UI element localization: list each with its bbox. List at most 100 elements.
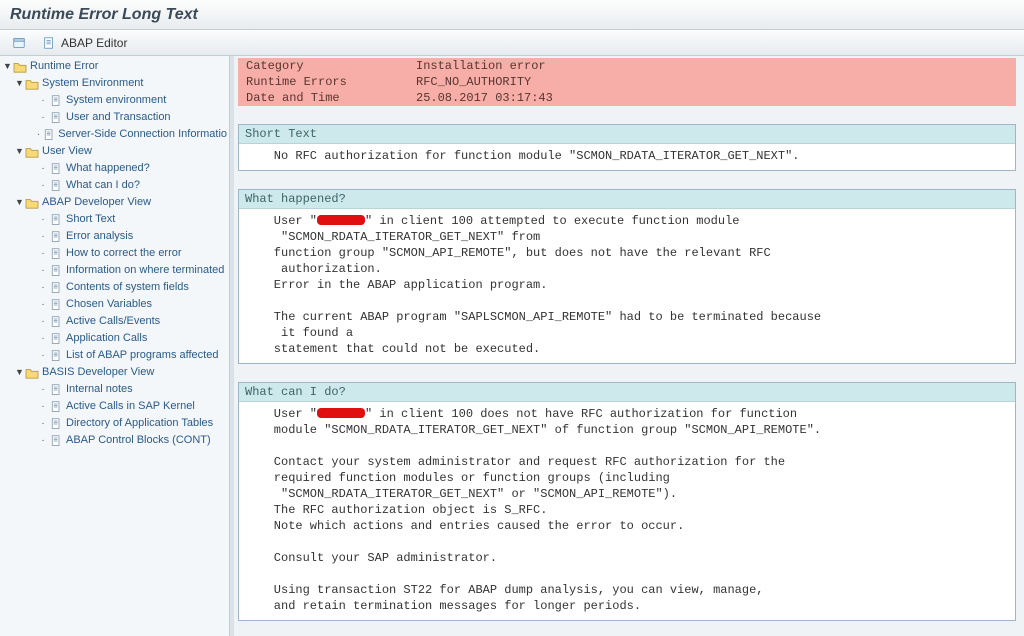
- tree-folder[interactable]: ▼ABAP Developer View: [0, 194, 229, 211]
- tree-root-runtime-error[interactable]: ▼ Runtime Error: [0, 58, 229, 75]
- tree-label: ABAP Control Blocks (CONT): [66, 433, 211, 448]
- refresh-icon: [10, 34, 28, 52]
- tree-label: BASIS Developer View: [42, 365, 154, 380]
- tree-item[interactable]: · What can I do?: [0, 177, 229, 194]
- bullet-icon: ·: [39, 110, 47, 125]
- document-icon: [49, 435, 63, 447]
- header-row: Runtime ErrorsRFC_NO_AUTHORITY: [238, 74, 1016, 90]
- content-area: CategoryInstallation errorRuntime Errors…: [234, 56, 1024, 636]
- folder-icon: [25, 78, 39, 90]
- tree-label: System environment: [66, 93, 166, 108]
- tree-item[interactable]: ·Active Calls/Events: [0, 313, 229, 330]
- section-body: User "" in client 100 does not have RFC …: [239, 402, 1015, 620]
- tree-label: How to correct the error: [66, 246, 182, 261]
- tree-item[interactable]: · ABAP Control Blocks (CONT): [0, 432, 229, 449]
- bullet-icon: ·: [39, 382, 47, 397]
- tree-label: System Environment: [42, 76, 143, 91]
- tree-item[interactable]: · User and Transaction: [0, 109, 229, 126]
- header-row: Date and Time25.08.2017 03:17:43: [238, 90, 1016, 106]
- abap-editor-label: ABAP Editor: [61, 36, 127, 50]
- header-row: CategoryInstallation error: [238, 58, 1016, 74]
- collapse-icon: ▼: [14, 195, 25, 210]
- document-icon: [49, 214, 63, 226]
- tree-item[interactable]: · Application Calls: [0, 330, 229, 347]
- bullet-icon: ·: [39, 161, 47, 176]
- tree-item[interactable]: ·Error analysis: [0, 228, 229, 245]
- tree-item[interactable]: ·Active Calls in SAP Kernel: [0, 398, 229, 415]
- section-title: What happened?: [239, 190, 1015, 209]
- bullet-icon: ·: [39, 399, 47, 414]
- abap-editor-button[interactable]: ABAP Editor: [36, 32, 131, 54]
- tree-label: Application Calls: [66, 331, 147, 346]
- document-icon: [49, 112, 63, 124]
- bullet-icon: ·: [39, 348, 47, 363]
- tree-label: Chosen Variables: [66, 297, 152, 312]
- redacted-user: [317, 408, 365, 418]
- header-value: 25.08.2017 03:17:43: [408, 90, 1016, 106]
- bullet-icon: ·: [39, 314, 47, 329]
- tree-label: Information on where terminated: [66, 263, 224, 278]
- tree-item[interactable]: · System environment: [0, 92, 229, 109]
- document-icon: [49, 418, 63, 430]
- tree-folder[interactable]: ▼BASIS Developer View: [0, 364, 229, 381]
- bullet-icon: ·: [39, 246, 47, 261]
- tree-item[interactable]: · Internal notes: [0, 381, 229, 398]
- document-icon: [49, 95, 63, 107]
- tree-item[interactable]: · Short Text: [0, 211, 229, 228]
- tree-label: What happened?: [66, 161, 150, 176]
- bullet-icon: ·: [39, 331, 47, 346]
- tree-label: What can I do?: [66, 178, 140, 193]
- tree-item[interactable]: ·Chosen Variables: [0, 296, 229, 313]
- section-what-can-i-do: What can I do? User "" in client 100 doe…: [238, 382, 1016, 621]
- tree-item[interactable]: · Directory of Application Tables: [0, 415, 229, 432]
- document-icon: [49, 248, 63, 260]
- document-icon: [49, 299, 63, 311]
- tree-folder[interactable]: ▼ User View: [0, 143, 229, 160]
- tree-item[interactable]: ·Contents of system fields: [0, 279, 229, 296]
- bullet-icon: ·: [39, 93, 47, 108]
- bullet-icon: ·: [39, 263, 47, 278]
- tree-label: Short Text: [66, 212, 115, 227]
- tree-item[interactable]: ·Server-Side Connection Informatio: [0, 126, 229, 143]
- document-icon: [49, 350, 63, 362]
- bullet-icon: ·: [39, 178, 47, 193]
- toolbar-refresh-button[interactable]: [6, 32, 32, 54]
- header-value: Installation error: [408, 58, 1016, 74]
- section-body: User "" in client 100 attempted to execu…: [239, 209, 1015, 363]
- section-title: What can I do?: [239, 383, 1015, 402]
- tree-label: User and Transaction: [66, 110, 171, 125]
- folder-icon: [25, 367, 39, 379]
- document-icon: [49, 316, 63, 328]
- tree-item[interactable]: · Information on where terminated: [0, 262, 229, 279]
- tree-label: Internal notes: [66, 382, 133, 397]
- document-icon: [49, 163, 63, 175]
- collapse-icon: ▼: [2, 59, 13, 74]
- bullet-icon: ·: [39, 416, 47, 431]
- tree-label: Runtime Error: [30, 59, 98, 74]
- nav-tree: ▼ Runtime Error ▼ System Environment · System…: [0, 56, 230, 636]
- tree-folder[interactable]: ▼ System Environment: [0, 75, 229, 92]
- folder-icon: [13, 61, 27, 73]
- tree-label: Directory of Application Tables: [66, 416, 213, 431]
- document-icon: [40, 34, 58, 52]
- bullet-icon: ·: [39, 212, 47, 227]
- tree-item[interactable]: · How to correct the error: [0, 245, 229, 262]
- document-icon: [49, 265, 63, 277]
- header-label: Category: [238, 58, 408, 74]
- tree-label: Error analysis: [66, 229, 133, 244]
- tree-item[interactable]: · List of ABAP programs affected: [0, 347, 229, 364]
- header-value: RFC_NO_AUTHORITY: [408, 74, 1016, 90]
- bullet-icon: ·: [36, 127, 42, 142]
- document-icon: [49, 384, 63, 396]
- tree-label: User View: [42, 144, 92, 159]
- document-icon: [49, 180, 63, 192]
- collapse-icon: ▼: [14, 144, 25, 159]
- tree-item[interactable]: · What happened?: [0, 160, 229, 177]
- collapse-icon: ▼: [14, 76, 25, 91]
- section-short-text: Short Text No RFC authorization for func…: [238, 124, 1016, 171]
- tree-label: List of ABAP programs affected: [66, 348, 218, 363]
- document-icon: [49, 333, 63, 345]
- document-icon: [49, 231, 63, 243]
- bullet-icon: ·: [39, 433, 47, 448]
- section-what-happened: What happened? User "" in client 100 att…: [238, 189, 1016, 364]
